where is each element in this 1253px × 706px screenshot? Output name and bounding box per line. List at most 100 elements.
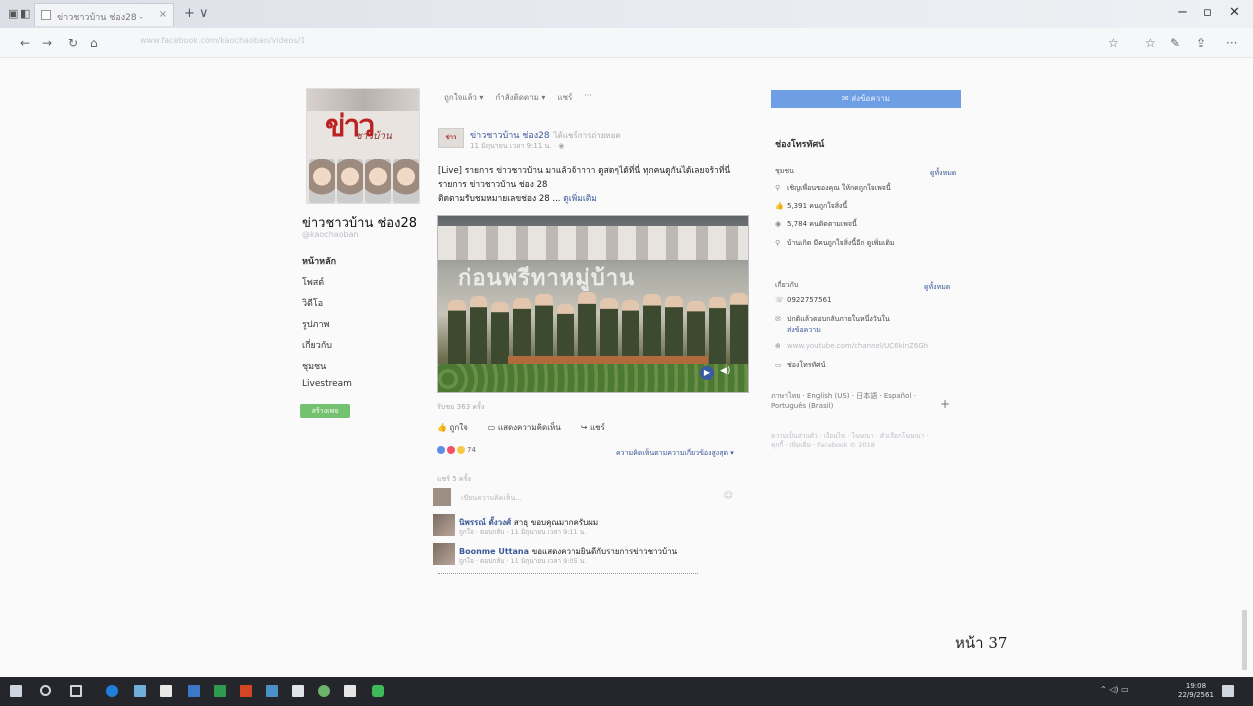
excel-icon[interactable] <box>214 685 226 697</box>
more-menu-icon[interactable]: ··· <box>1226 36 1237 50</box>
page-username[interactable]: @kaochaoban <box>302 230 359 239</box>
about-row[interactable]: ☏ 0922757561 <box>775 296 832 304</box>
scrollbar[interactable] <box>1242 610 1247 670</box>
reaction-count: 74 <box>467 446 476 454</box>
comment-button[interactable]: ▭ แสดงความคิดเห็น <box>488 421 561 434</box>
powerpoint-icon[interactable] <box>240 685 252 697</box>
more-button[interactable]: ··· <box>584 91 592 104</box>
post-author-sub: ได้แชร์การถ่ายทอด <box>553 131 621 140</box>
phone-icon: ☏ <box>775 296 784 304</box>
share-browser-icon[interactable]: ⇪ <box>1196 36 1206 50</box>
add-language-icon[interactable]: + <box>940 397 950 411</box>
page-action-bar: ถูกใจแล้ว ▾ กำลังติดตาม ▾ แชร์ ··· <box>444 91 592 104</box>
nav-photos[interactable]: รูปภาพ <box>302 317 402 331</box>
comment-meta[interactable]: ถูกใจ · ตอบกลับ · 11 มิถุนายน เวลา 9:05 … <box>459 556 586 566</box>
view-count: รับชม 363 ครั้ง <box>437 403 485 411</box>
commenter-avatar[interactable] <box>433 543 455 565</box>
footer-links[interactable]: ความเป็นส่วนตัว · เงื่อนไข · โฆษณา · ตัว… <box>771 432 931 450</box>
word-icon[interactable] <box>188 685 200 697</box>
mail-icon[interactable] <box>292 685 304 697</box>
pen-icon[interactable]: ✎ <box>1170 36 1180 50</box>
post-video[interactable]: ก่อนพรีทาหมู่บ้าน ▶ ◀) <box>437 215 749 393</box>
comment-input[interactable]: เขียนความคิดเห็น... <box>461 493 522 504</box>
browser-tab[interactable]: ข่าวชาวบ้าน ช่อง28 - × <box>34 3 174 26</box>
commenter-avatar[interactable] <box>433 514 455 536</box>
comment-sort-dropdown[interactable]: ความคิดเห็นตามความเกี่ยวข้องสูงสุด ▾ <box>616 448 734 459</box>
nav-posts[interactable]: โพสต์ <box>302 275 402 289</box>
tab-actions-icon[interactable]: ▣ <box>8 7 18 20</box>
post-avatar[interactable]: ข่าว <box>438 128 464 148</box>
about-row[interactable]: ⊕ www.youtube.com/channel/UC6kinZ6Gh <box>775 342 928 350</box>
system-tray-icons[interactable]: ⌃ ◁) ▭ <box>1100 685 1129 694</box>
globe-icon: ⊕ <box>775 342 781 350</box>
community-row[interactable]: ⚲ เชิญเพื่อนของคุณ ให้กดถูกใจเพจนี้ <box>775 183 891 194</box>
back-tab-icon[interactable]: ◧ <box>20 7 30 20</box>
home-icon[interactable]: ⌂ <box>90 36 98 50</box>
community-heading: ชุมชน <box>775 167 794 175</box>
liked-button[interactable]: ถูกใจแล้ว ▾ <box>444 91 483 104</box>
page-category: ช่องโทรทัศน์ <box>775 140 825 150</box>
restore-icon[interactable]: ▫ <box>1203 5 1212 20</box>
file-explorer-icon[interactable] <box>134 685 146 697</box>
about-see-all-link[interactable]: ดูทั้งหมด <box>924 282 950 293</box>
language-list[interactable]: ภาษาไทย · English (US) · 日本語 · Español ·… <box>771 391 931 411</box>
calculator-icon[interactable] <box>344 685 356 697</box>
notification-icon[interactable] <box>1222 685 1234 697</box>
edge-icon[interactable] <box>106 685 118 697</box>
search-icon[interactable] <box>40 685 51 696</box>
forward-icon[interactable]: → <box>42 36 52 50</box>
refresh-icon[interactable]: ↻ <box>68 36 78 50</box>
following-button[interactable]: กำลังติดตาม ▾ <box>495 91 545 104</box>
share-page-button[interactable]: แชร์ <box>557 91 572 104</box>
page-profile-picture[interactable]: ข่าว ชาวบ้าน <box>306 88 420 204</box>
tab-close-icon[interactable]: × <box>159 9 167 20</box>
nav-home[interactable]: หน้าหลัก <box>302 254 402 268</box>
favorites-icon[interactable]: ☆ <box>1145 36 1156 50</box>
share-count[interactable]: แชร์ 5 ครั้ง <box>437 474 471 485</box>
back-icon[interactable]: ← <box>20 36 30 50</box>
nav-livestream[interactable]: Livestream <box>302 379 402 389</box>
commenter-name[interactable]: Boonme Uttana <box>459 547 529 556</box>
like-button[interactable]: 👍 ถูกใจ <box>437 421 468 434</box>
taskbar-clock[interactable]: 19:08 22/9/2561 <box>1178 682 1214 700</box>
photos-icon[interactable] <box>266 685 278 697</box>
nav-community[interactable]: ชุมชน <box>302 359 402 373</box>
app-icon[interactable] <box>318 685 330 697</box>
about-row[interactable]: ส่งข้อความ <box>775 325 821 336</box>
nav-about[interactable]: เกี่ยวกับ <box>302 338 402 352</box>
emoji-icon[interactable]: ☺ <box>724 491 733 501</box>
comment-meta[interactable]: ถูกใจ · ตอบกลับ · 11 มิถุนายน เวลา 9:11 … <box>459 527 586 537</box>
minimize-icon[interactable]: − <box>1177 5 1188 20</box>
address-bar[interactable]: www.facebook.com/kaochaoban/videos/1 <box>140 36 420 48</box>
play-icon[interactable]: ▶ <box>700 366 714 380</box>
tab-title: ข่าวชาวบ้าน ช่อง28 - <box>57 13 143 23</box>
about-row[interactable]: ▭ ช่องโทรทัศน์ <box>775 360 825 371</box>
see-more-link[interactable]: ดูเพิ่มเติม <box>563 194 597 204</box>
about-heading: เกี่ยวกับ <box>775 281 799 289</box>
comment-icon: ▭ <box>487 423 496 432</box>
community-see-all-link[interactable]: ดูทั้งหมด <box>930 168 956 179</box>
create-page-button[interactable]: สร้างเพจ <box>300 404 350 418</box>
browser-tab-bar: ▣ ◧ ข่าวชาวบ้าน ช่อง28 - × + ∨ − ▫ ✕ <box>0 0 1253 28</box>
commenter-name[interactable]: นิพรรณ์ ตั้งวงศ์ <box>459 518 511 527</box>
line-icon[interactable] <box>372 685 384 697</box>
close-window-icon[interactable]: ✕ <box>1229 5 1240 20</box>
send-message-button[interactable]: ✉ ส่งข้อความ <box>771 90 961 108</box>
post-timestamp[interactable]: 11 มิถุนายน เวลา 9:11 น. · ◉ <box>470 141 564 152</box>
post-author[interactable]: ข่าวชาวบ้าน ช่อง28 ได้แชร์การถ่ายทอด <box>470 128 621 142</box>
nav-videos[interactable]: วิดีโอ <box>302 296 402 310</box>
task-view-icon[interactable] <box>70 685 82 697</box>
start-icon[interactable] <box>10 685 22 697</box>
community-row[interactable]: ⚲ บ้านเกิด มีคนถูกใจสิ่งนี้อีก ดูเพิ่มเติ… <box>775 238 895 249</box>
truncated-edge <box>438 573 698 577</box>
comment-item: Boonme Uttana ขอแสดงความยินดีกับรายการข่… <box>433 543 733 567</box>
reaction-summary[interactable]: 74 <box>437 446 476 454</box>
favorite-star-icon[interactable]: ☆ <box>1108 36 1119 50</box>
share-button[interactable]: ↪ แชร์ <box>581 421 605 434</box>
like-count-icon: 👍 <box>775 202 784 210</box>
new-tab-button[interactable]: + ∨ <box>184 6 209 21</box>
volume-icon[interactable]: ◀) <box>720 366 730 376</box>
tv-icon: ▭ <box>775 361 782 369</box>
store-icon[interactable] <box>160 685 172 697</box>
friends-icon: ⚲ <box>775 239 781 247</box>
